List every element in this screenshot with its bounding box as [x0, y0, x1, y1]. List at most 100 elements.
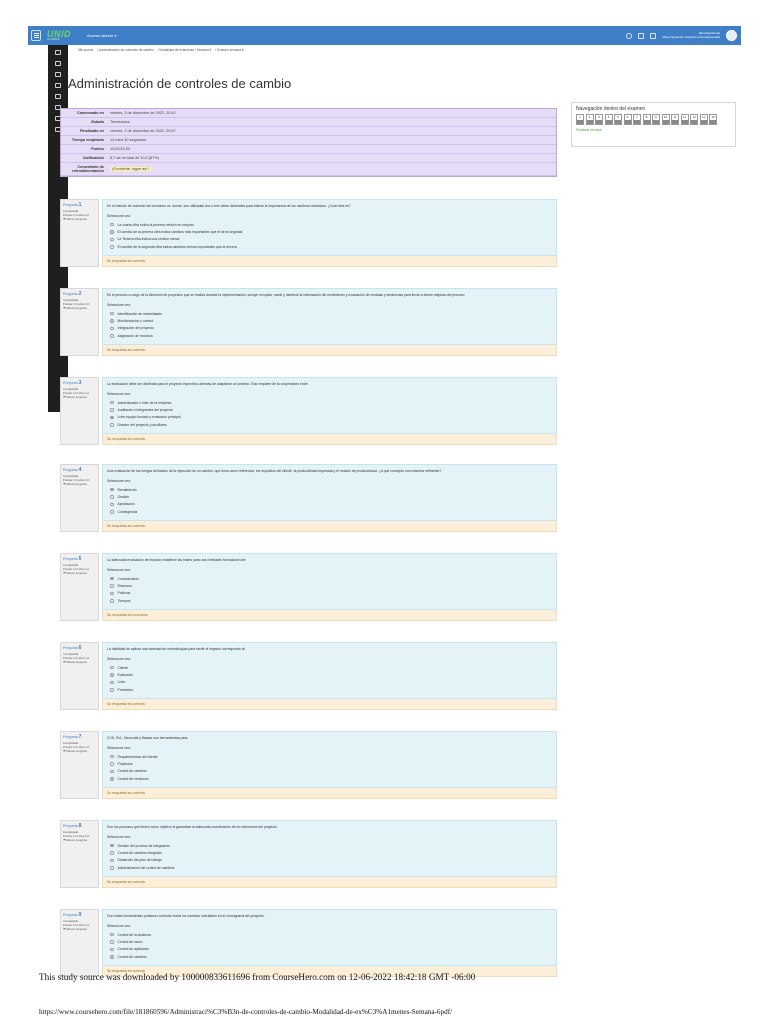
- radio-icon[interactable]: [110, 495, 114, 499]
- flag-question-link[interactable]: ⚑ Marcar pregunta: [63, 217, 96, 221]
- quiz-nav-button[interactable]: 1: [576, 114, 584, 125]
- quiz-nav-button[interactable]: 5: [614, 114, 622, 125]
- answer-option[interactable]: El cambio de la primera cifra indica cam…: [107, 228, 552, 235]
- radio-icon[interactable]: [110, 955, 114, 959]
- radio-icon[interactable]: [110, 858, 114, 863]
- radio-icon[interactable]: [110, 866, 114, 870]
- answer-option[interactable]: Integración del proyecto: [107, 325, 552, 332]
- message-icon[interactable]: [626, 32, 633, 39]
- radio-icon[interactable]: [110, 245, 114, 249]
- answer-option[interactable]: El cambio de la segunda cifra indica cam…: [107, 243, 552, 250]
- folder-icon[interactable]: [55, 72, 61, 77]
- radio-icon[interactable]: [110, 576, 114, 581]
- answer-option[interactable]: Administrador o líder de la empresa: [107, 399, 552, 406]
- quiz-nav-button[interactable]: 9: [652, 114, 660, 125]
- flag-question-link[interactable]: ⚑ Marcar pregunta: [63, 749, 96, 753]
- notification-icon[interactable]: [638, 32, 645, 39]
- finish-review-link[interactable]: Finalizar revisión: [572, 125, 735, 135]
- breadcrumb-item[interactable]: Administración de controles de cambio: [99, 48, 154, 52]
- radio-icon[interactable]: [110, 230, 114, 234]
- flag-question-link[interactable]: ⚑ Marcar pregunta: [63, 660, 96, 664]
- answer-option[interactable]: Tiempos: [107, 597, 552, 604]
- answer-option[interactable]: Evaluador: [107, 671, 552, 678]
- radio-icon[interactable]: [110, 665, 114, 670]
- quiz-nav-button[interactable]: 7: [633, 114, 641, 125]
- breadcrumb-item[interactable]: Modalidad de exámenes / Semana 6: [159, 48, 211, 52]
- flag-question-link[interactable]: ⚑ Marcar pregunta: [63, 571, 96, 575]
- answer-option[interactable]: Aprobación: [107, 501, 552, 508]
- avatar[interactable]: [726, 30, 737, 41]
- radio-icon[interactable]: [110, 940, 114, 944]
- answer-option[interactable]: Control de versiones: [107, 775, 552, 782]
- user-menu[interactable]: Mis Asignaturas Mayo Navarrete Jessica L…: [662, 31, 720, 40]
- answer-option[interactable]: La cuarta cifra indica la primera versió…: [107, 221, 552, 228]
- radio-icon[interactable]: [110, 423, 114, 427]
- answer-option[interactable]: Control de aplicación: [107, 946, 552, 953]
- quiz-nav-button[interactable]: 8: [642, 114, 651, 125]
- quiz-nav-button[interactable]: 11: [671, 114, 679, 125]
- answer-option[interactable]: Control de razón: [107, 938, 552, 945]
- answer-option[interactable]: Monitorización y control: [107, 317, 552, 324]
- quiz-nav-button[interactable]: 15: [709, 114, 717, 125]
- flag-question-link[interactable]: ⚑ Marcar pregunta: [63, 838, 96, 842]
- site-logo[interactable]: UNID ALUMNOS: [47, 29, 71, 42]
- radio-icon[interactable]: [110, 680, 114, 685]
- answer-option[interactable]: Identificación de necesidades: [107, 310, 552, 317]
- radio-icon[interactable]: [110, 487, 114, 492]
- answer-option[interactable]: Control de la auditoría: [107, 931, 552, 938]
- quiz-nav-button[interactable]: 2: [585, 114, 594, 125]
- radio-icon[interactable]: [110, 599, 114, 603]
- quiz-nav-button[interactable]: 4: [604, 114, 613, 125]
- answer-option[interactable]: Asignación de recursos: [107, 332, 552, 339]
- answer-option[interactable]: Auditando e integrantes del proyecto: [107, 406, 552, 413]
- answer-option[interactable]: Control de cambios: [107, 953, 552, 960]
- answer-option[interactable]: Proveedor: [107, 686, 552, 693]
- answer-option[interactable]: Contingencia: [107, 508, 552, 515]
- quiz-nav-button[interactable]: 14: [699, 114, 708, 125]
- direct-access-menu[interactable]: Acceso directo ▾: [87, 33, 116, 38]
- answer-option[interactable]: Control de cambios: [107, 768, 552, 775]
- radio-icon[interactable]: [110, 326, 114, 331]
- answer-option[interactable]: Director del proyecto y auxiliares: [107, 421, 552, 428]
- answer-option[interactable]: Proyectos: [107, 760, 552, 767]
- dashboard-icon[interactable]: [55, 61, 61, 66]
- breadcrumb-item[interactable]: Mis cursos: [78, 48, 93, 52]
- answer-option[interactable]: Administración del control de cambios: [107, 864, 552, 871]
- radio-icon[interactable]: [110, 932, 114, 937]
- answer-option[interactable]: Requerimientos del cliente: [107, 753, 552, 760]
- answer-option[interactable]: Comunicación: [107, 575, 552, 582]
- answer-option[interactable]: Recursos: [107, 582, 552, 589]
- quiz-nav-button[interactable]: 12: [680, 114, 689, 125]
- radio-icon[interactable]: [110, 777, 114, 781]
- answer-option[interactable]: Gestión: [107, 493, 552, 500]
- answer-option[interactable]: Desarrollo del plan de trabajo: [107, 857, 552, 864]
- radio-icon[interactable]: [110, 851, 114, 855]
- answer-option[interactable]: Rendimiento: [107, 486, 552, 493]
- answer-option[interactable]: La Tercera cifra indica una versión meno…: [107, 236, 552, 243]
- quiz-nav-button[interactable]: 10: [661, 114, 670, 125]
- files-icon[interactable]: [55, 94, 61, 99]
- quiz-nav-button[interactable]: 6: [623, 114, 632, 125]
- radio-icon[interactable]: [110, 762, 114, 766]
- radio-icon[interactable]: [110, 510, 114, 514]
- radio-icon[interactable]: [110, 673, 114, 677]
- mail-icon[interactable]: [650, 32, 657, 39]
- answer-option[interactable]: Líder equipo tomado y evaluador principa…: [107, 414, 552, 421]
- radio-icon[interactable]: [110, 502, 114, 507]
- answer-option[interactable]: Gestión del proceso de integración: [107, 842, 552, 849]
- flag-question-link[interactable]: ⚑ Marcar pregunta: [63, 395, 96, 399]
- flag-question-link[interactable]: ⚑ Marcar pregunta: [63, 927, 96, 931]
- radio-icon[interactable]: [110, 222, 114, 227]
- radio-icon[interactable]: [110, 843, 114, 848]
- radio-icon[interactable]: [110, 237, 114, 242]
- radio-icon[interactable]: [110, 408, 114, 412]
- radio-icon[interactable]: [110, 754, 114, 759]
- quiz-nav-button[interactable]: 3: [595, 114, 603, 125]
- calendar-icon[interactable]: [55, 83, 61, 88]
- radio-icon[interactable]: [110, 334, 114, 338]
- answer-option[interactable]: Líder: [107, 679, 552, 686]
- radio-icon[interactable]: [110, 311, 114, 316]
- radio-icon[interactable]: [110, 584, 114, 588]
- quiz-nav-button[interactable]: 13: [690, 114, 698, 125]
- radio-icon[interactable]: [110, 688, 114, 692]
